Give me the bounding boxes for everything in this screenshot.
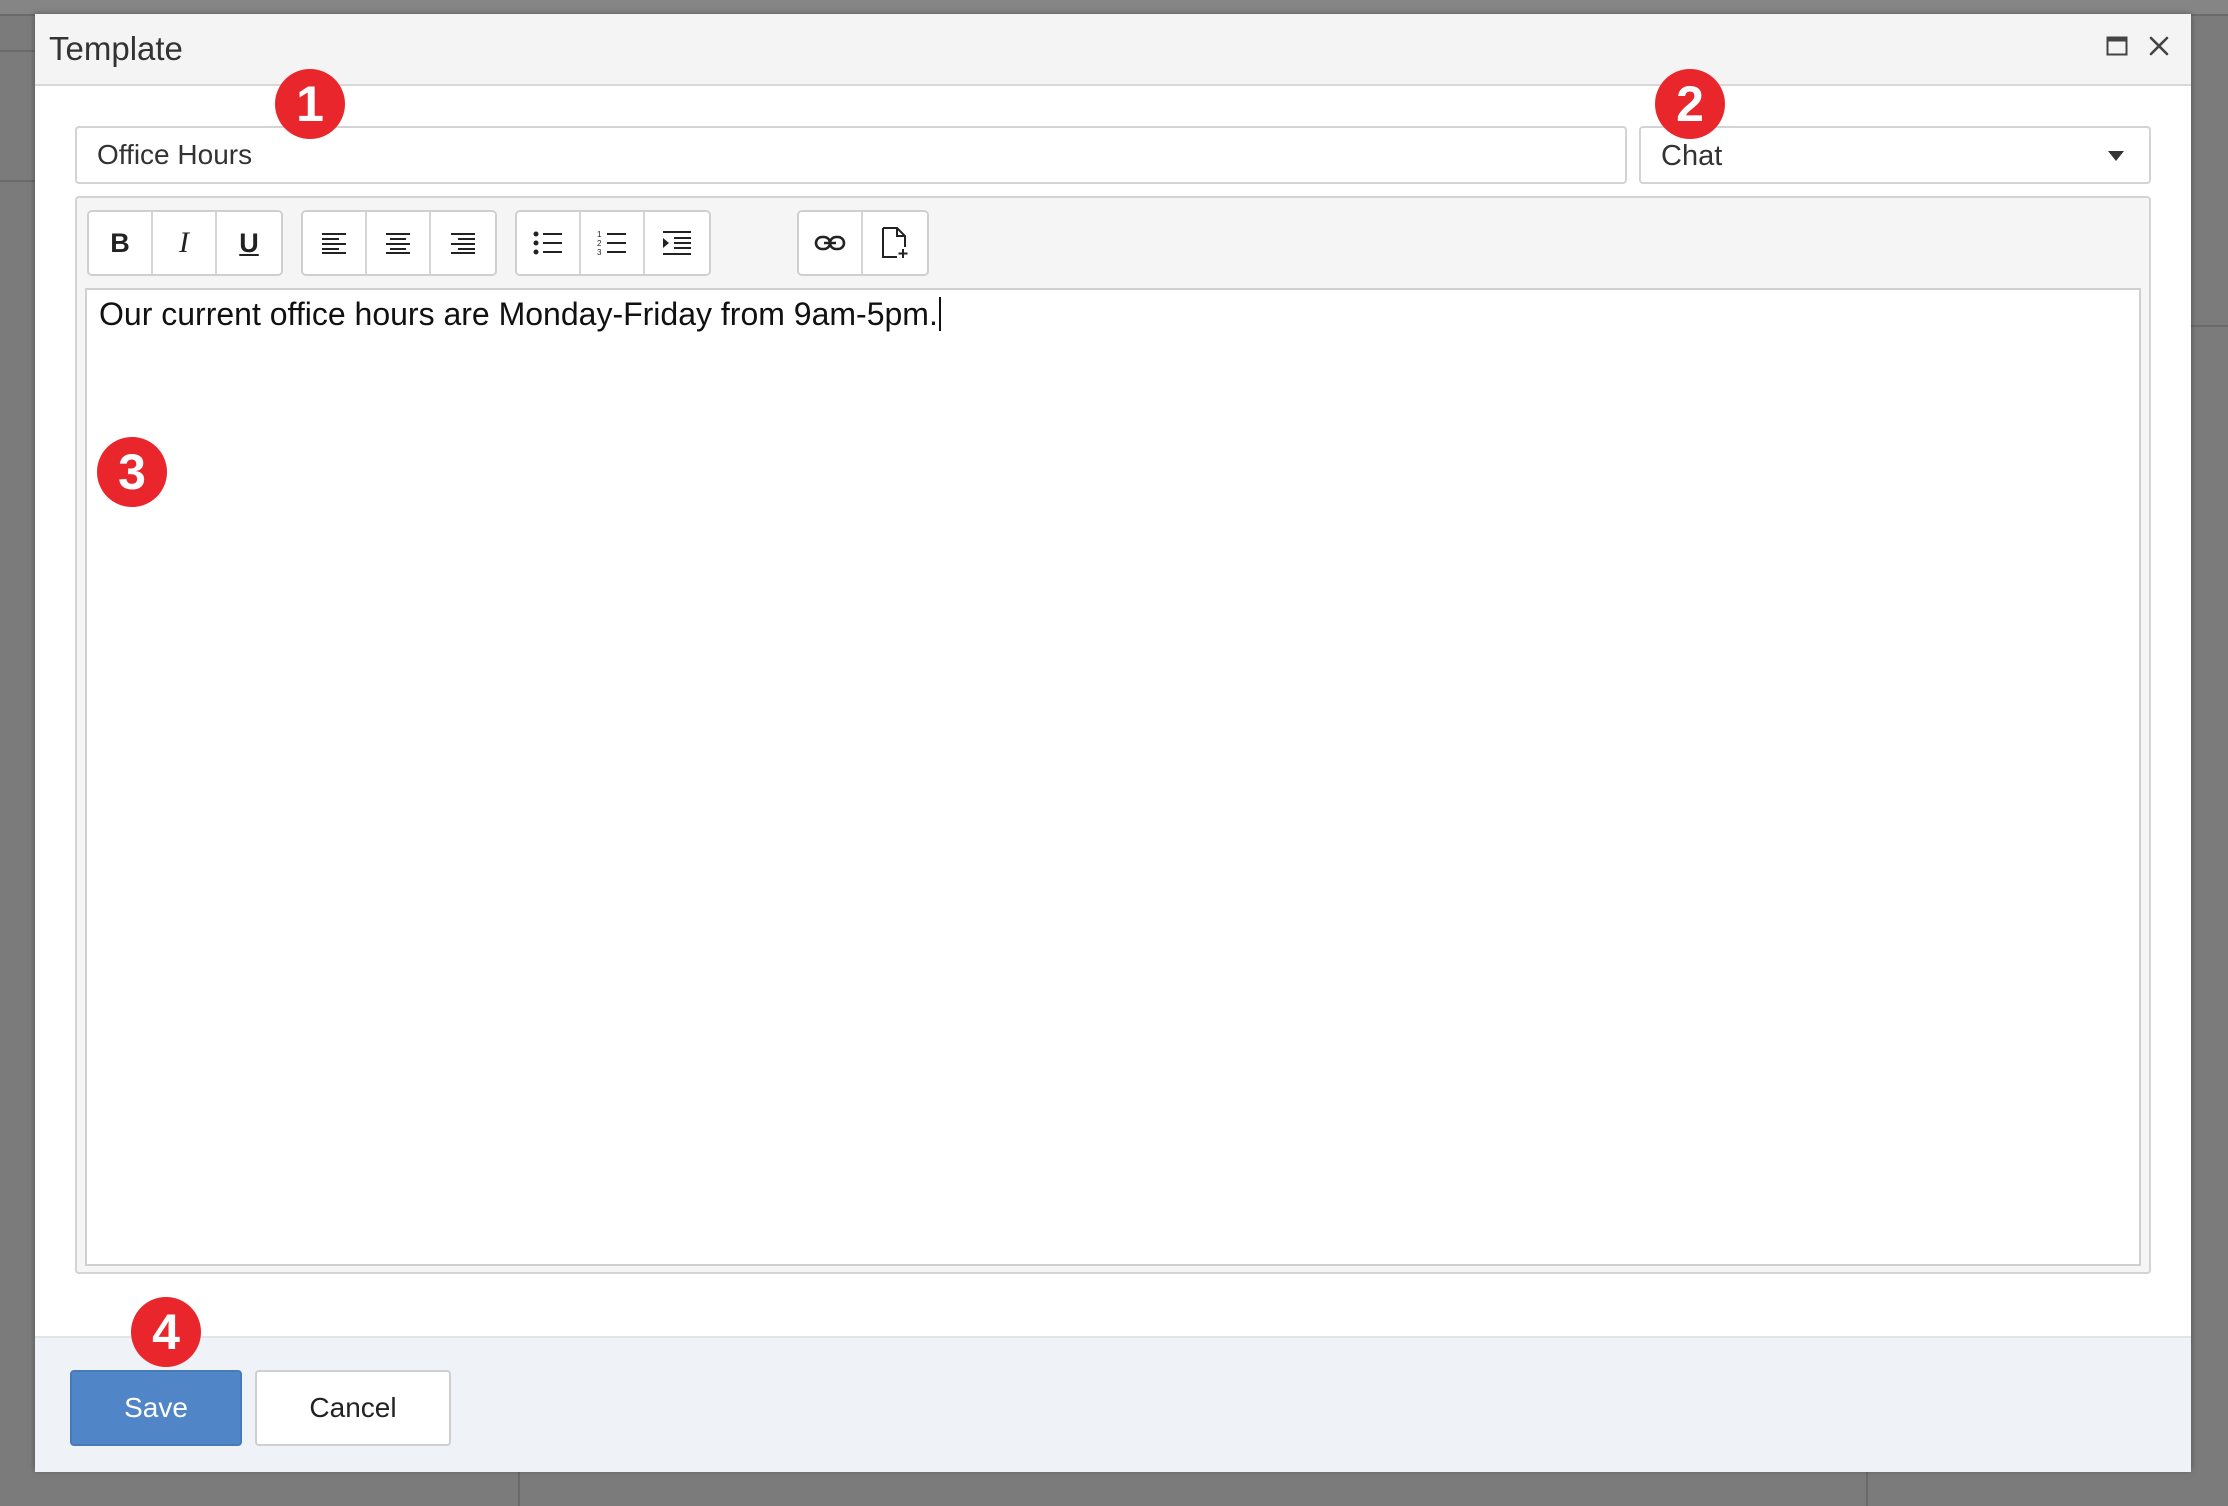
- template-type-select[interactable]: Chat: [1639, 126, 2151, 184]
- save-button[interactable]: Save: [70, 1370, 242, 1446]
- background-divider: [2191, 325, 2228, 327]
- format-group: B I U: [87, 210, 283, 276]
- annotation-badge-2: 2: [1655, 69, 1725, 139]
- svg-text:2: 2: [597, 239, 602, 248]
- italic-button[interactable]: I: [153, 212, 217, 274]
- align-center-icon: [386, 233, 410, 254]
- background-divider: [518, 1470, 520, 1506]
- underline-button[interactable]: U: [217, 212, 281, 274]
- text-cursor: [938, 297, 941, 331]
- template-dialog: Template Chat B I U: [35, 14, 2191, 1472]
- bold-button[interactable]: B: [89, 212, 153, 274]
- insert-document-icon: [882, 227, 908, 258]
- close-icon[interactable]: [2141, 28, 2177, 64]
- link-button[interactable]: [799, 212, 863, 274]
- dialog-title: Template: [49, 30, 183, 67]
- align-center-button[interactable]: [367, 212, 431, 274]
- italic-icon: I: [179, 226, 189, 259]
- background-divider: [1866, 1470, 1868, 1506]
- bullet-list-button[interactable]: [517, 212, 581, 274]
- align-left-button[interactable]: [303, 212, 367, 274]
- align-group: [301, 210, 497, 276]
- insert-document-button[interactable]: [863, 212, 927, 274]
- bold-icon: B: [110, 227, 130, 258]
- list-group: 123: [515, 210, 711, 276]
- align-left-icon: [322, 233, 346, 254]
- chevron-down-icon: [2107, 149, 2125, 167]
- template-type-value: Chat: [1661, 140, 1723, 172]
- align-right-button[interactable]: [431, 212, 495, 274]
- editor-content-text: Our current office hours are Monday-Frid…: [99, 296, 941, 333]
- insert-group: [797, 210, 929, 276]
- indent-button[interactable]: [645, 212, 709, 274]
- background-divider: [0, 180, 35, 182]
- cancel-button[interactable]: Cancel: [255, 1370, 451, 1446]
- indent-icon: [663, 231, 691, 255]
- bullet-list-icon: [533, 231, 562, 255]
- maximize-icon[interactable]: [2099, 28, 2135, 64]
- rich-text-editor: B I U 123 Our current office hours are M…: [75, 196, 2151, 1274]
- annotation-badge-3: 3: [97, 437, 167, 507]
- link-icon: [814, 235, 846, 251]
- align-right-icon: [451, 233, 475, 254]
- editor-content: Our current office hours are Monday-Frid…: [99, 296, 938, 332]
- background-divider: [0, 50, 35, 52]
- svg-text:3: 3: [597, 248, 602, 257]
- editor-content-area[interactable]: Our current office hours are Monday-Frid…: [85, 288, 2141, 1266]
- underline-icon: U: [239, 227, 259, 258]
- dialog-titlebar: Template: [35, 14, 2191, 86]
- numbered-list-icon: 123: [597, 230, 626, 257]
- annotation-badge-4: 4: [131, 1297, 201, 1367]
- annotation-badge-1: 1: [275, 69, 345, 139]
- svg-text:1: 1: [597, 230, 602, 239]
- numbered-list-button[interactable]: 123: [581, 212, 645, 274]
